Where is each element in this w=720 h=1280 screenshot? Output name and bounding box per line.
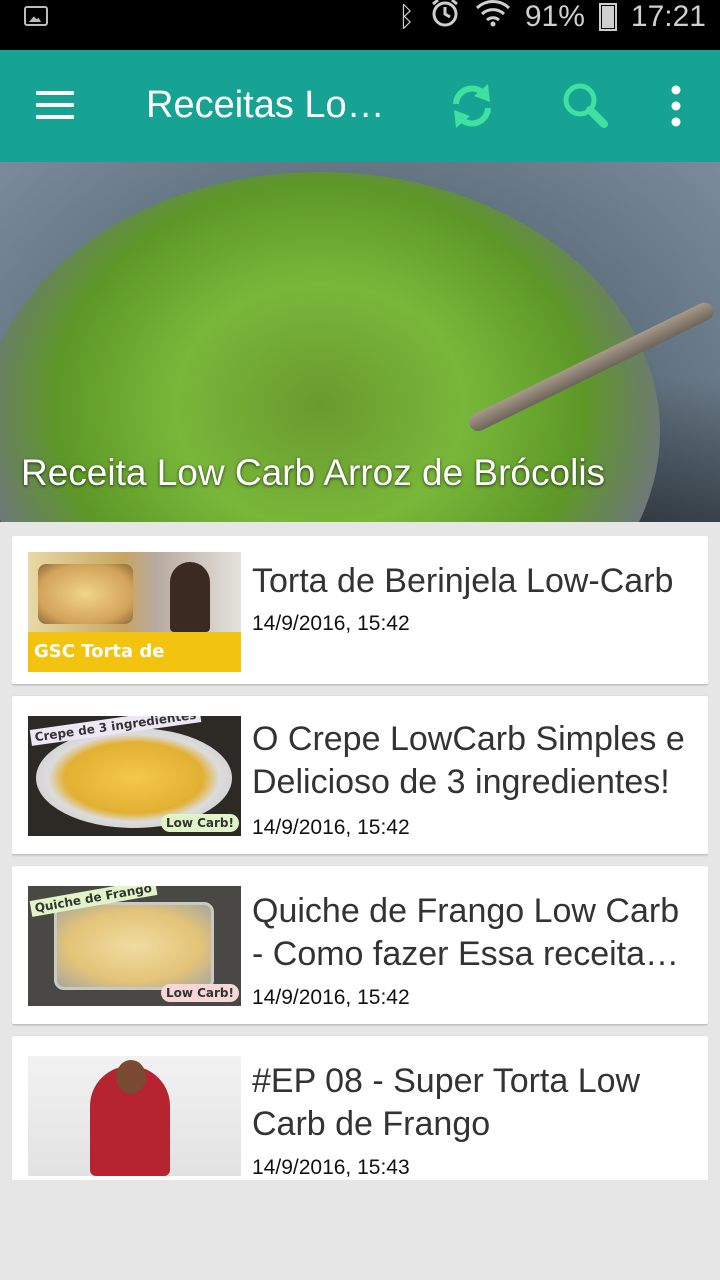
item-title: Torta de Berinjela Low-Carb	[252, 562, 674, 600]
item-date: 14/9/2016, 15:42	[252, 986, 410, 1009]
status-bar: ᛒ 91% 17:21	[0, 0, 720, 50]
list-item[interactable]: Crepe de 3 ingredientes Low Carb! O Crep…	[12, 696, 708, 854]
thumbnail-badge: Low Carb!	[160, 814, 239, 832]
thumbnail: Quiche de Frango Low Carb!	[28, 886, 241, 1006]
bluetooth-icon: ᛒ	[398, 1, 415, 32]
menu-icon[interactable]	[36, 91, 76, 121]
alarm-icon	[429, 0, 461, 37]
list-item[interactable]: GSC Torta de Berinjela Torta de Berinjel…	[12, 536, 708, 684]
thumbnail-badge: Low Carb!	[160, 984, 239, 1002]
list-item[interactable]: Quiche de Frango Low Carb! Quiche de Fra…	[12, 866, 708, 1024]
thumbnail	[28, 1056, 241, 1176]
image-notification-icon	[24, 6, 48, 26]
app-bar: Receitas Low Carb	[0, 50, 720, 162]
recipe-list[interactable]: GSC Torta de Berinjela Torta de Berinjel…	[12, 536, 708, 1180]
item-date: 14/9/2016, 15:43	[252, 1156, 410, 1179]
thumbnail: Crepe de 3 ingredientes Low Carb!	[28, 716, 241, 836]
thumbnail: GSC Torta de Berinjela	[28, 552, 241, 672]
thumbnail-label: GSC Torta de Berinjela	[28, 632, 241, 672]
wifi-icon	[475, 0, 511, 36]
battery-icon	[598, 3, 617, 31]
list-item[interactable]: #EP 08 - Super Torta Low Carb de Frango …	[12, 1036, 708, 1180]
clock: 17:21	[630, 0, 706, 33]
battery-percent: 91%	[524, 0, 585, 33]
item-title: Quiche de Frango Low Carb - Como fazer E…	[252, 892, 680, 973]
featured-recipe[interactable]: Receita Low Carb Arroz de Brócolis	[0, 162, 720, 522]
page-title: Receitas Low Carb	[146, 84, 391, 126]
overflow-menu-icon[interactable]	[648, 78, 704, 134]
refresh-icon[interactable]	[444, 78, 500, 134]
featured-caption: Receita Low Carb Arroz de Brócolis	[21, 452, 606, 493]
item-title: O Crepe LowCarb Simples e Delicioso de 3…	[252, 720, 685, 801]
item-title: #EP 08 - Super Torta Low Carb de Frango	[252, 1062, 641, 1143]
search-icon[interactable]	[558, 78, 614, 134]
item-date: 14/9/2016, 15:42	[252, 816, 410, 839]
item-date: 14/9/2016, 15:42	[252, 612, 410, 635]
